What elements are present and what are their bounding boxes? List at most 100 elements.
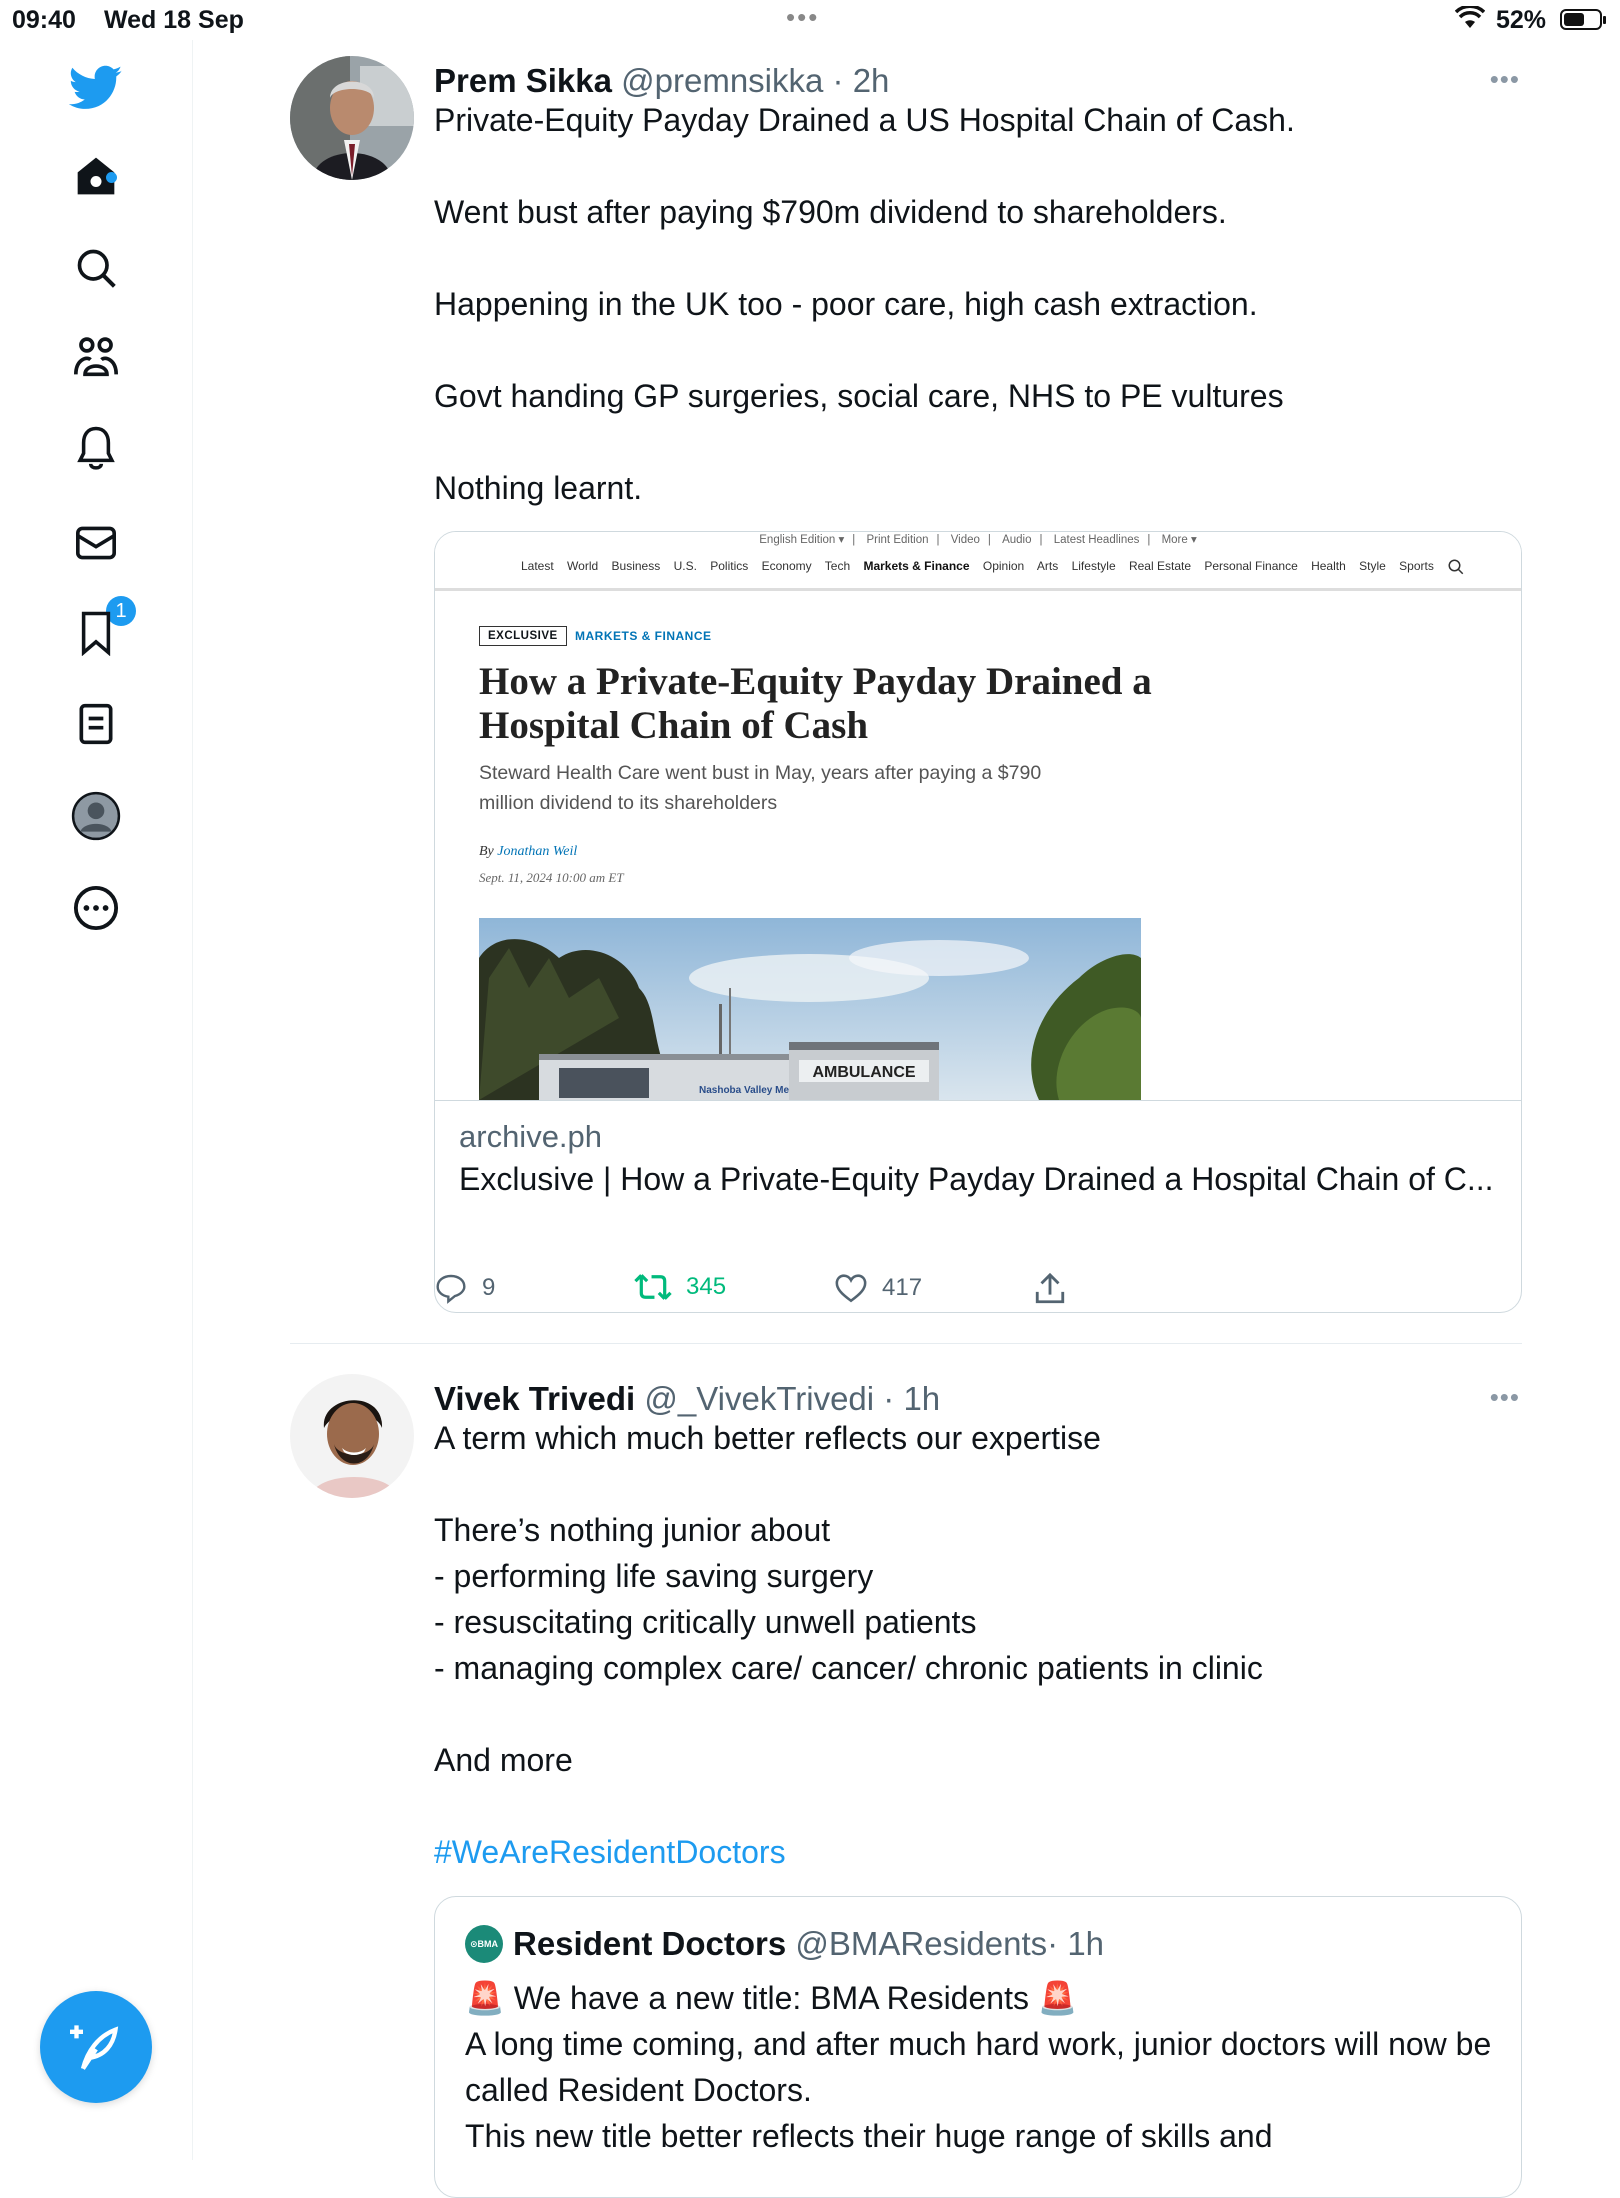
tweet[interactable]: Prem Sikka @premnsikka · 2h ••• Private-… xyxy=(290,56,1522,1326)
nav-top-item: Video xyxy=(950,534,980,546)
nav-top-item: More ▾ xyxy=(1161,534,1197,546)
quoted-user-handle[interactable]: @BMAResidents xyxy=(795,1925,1047,1963)
wifi-icon xyxy=(1454,4,1486,37)
search-icon[interactable] xyxy=(68,240,124,296)
avatar[interactable] xyxy=(290,56,414,180)
nav-top-item: Print Edition xyxy=(866,534,929,546)
share-button[interactable] xyxy=(1034,1272,1080,1306)
battery-icon xyxy=(1560,9,1606,30)
tweet-text: Private-Equity Payday Drained a US Hospi… xyxy=(434,102,1295,506)
article-author: Jonathan Weil xyxy=(497,844,578,859)
quoted-tweet-header: ⊙BMA Resident Doctors @BMAResidents · 1h xyxy=(465,1925,1104,1963)
tweet-text-plain: A term which much better reflects our ex… xyxy=(434,1420,1263,1778)
nav-top-item: Audio xyxy=(1002,534,1032,546)
nav-section: Tech xyxy=(824,559,851,574)
nav-section: Sports xyxy=(1399,559,1434,574)
article-headline: How a Private-Equity Payday Drained a Ho… xyxy=(479,660,1152,747)
nav-section: U.S. xyxy=(673,559,697,574)
tweet-more-options-icon[interactable]: ••• xyxy=(1490,1382,1520,1413)
like-button[interactable]: 417 xyxy=(834,1272,922,1304)
bookmarks-icon[interactable] xyxy=(68,605,124,661)
nav-section-active: Markets & Finance xyxy=(863,559,970,574)
display-name[interactable]: Vivek Trivedi xyxy=(434,1380,635,1417)
exclusive-tag: EXCLUSIVE xyxy=(479,626,567,646)
link-card-footer[interactable]: archive.ph Exclusive | How a Private-Equ… xyxy=(435,1100,1521,1197)
avatar[interactable] xyxy=(290,1374,414,1498)
article-date: Sept. 11, 2024 10:00 am ET xyxy=(479,870,624,885)
article-search-icon xyxy=(1448,559,1464,575)
nav-section: World xyxy=(567,559,599,574)
link-card-image: English Edition ▾ | Print Edition | Video |… xyxy=(435,532,1521,1100)
tweet-time[interactable]: · 1h xyxy=(874,1380,940,1417)
nav-section: Health xyxy=(1311,559,1346,574)
tweet-time[interactable]: · 2h xyxy=(823,62,890,99)
compose-feather-icon xyxy=(70,2025,119,2070)
tweet-more-options-icon[interactable]: ••• xyxy=(1490,64,1520,95)
hospital-sign: Nashoba Valley Me xyxy=(699,1085,789,1096)
tweet-text: A term which much better reflects our ex… xyxy=(434,1415,1494,1875)
compose-tweet-button[interactable] xyxy=(40,1991,152,2103)
nav-section: Opinion xyxy=(982,559,1025,574)
ambulance-sign: AMBULANCE xyxy=(812,1064,915,1081)
tweet-divider xyxy=(290,1343,1522,1344)
article-section: MARKETS & FINANCE xyxy=(575,629,712,643)
nav-section: Business xyxy=(611,559,661,574)
quoted-tweet[interactable]: ⊙BMA Resident Doctors @BMAResidents · 1h… xyxy=(434,1896,1522,2198)
article-dek: Steward Health Care went bust in May, ye… xyxy=(479,762,1042,814)
article-nav-top: English Edition ▾ | Print Edition | Video |… xyxy=(759,534,1197,546)
reply-icon xyxy=(436,1274,466,1304)
heart-icon xyxy=(835,1274,867,1303)
nav-section: Latest xyxy=(521,559,554,574)
quoted-display-name[interactable]: Resident Doctors xyxy=(513,1925,786,1963)
battery-percent: 52% xyxy=(1496,6,1547,34)
bma-logo[interactable]: ⊙BMA xyxy=(465,1925,503,1963)
user-handle[interactable]: @_VivekTrivedi xyxy=(644,1380,874,1417)
nav-top-item: English Edition ▾ xyxy=(759,534,845,546)
multitasking-dots-icon[interactable]: ••• xyxy=(786,2,819,33)
sidebar: 1 xyxy=(0,40,193,2160)
tweet-header: Vivek Trivedi @_VivekTrivedi · 1h xyxy=(434,1380,940,1418)
notifications-icon[interactable] xyxy=(68,420,124,476)
link-domain: archive.ph xyxy=(459,1119,603,1154)
article-nav-sections: Latest World Business U.S. Politics Econ… xyxy=(435,558,1521,576)
nav-section: Economy xyxy=(761,559,812,574)
messages-icon[interactable] xyxy=(68,515,124,571)
status-bar: 09:40 Wed 18 Sep ••• 52% xyxy=(0,0,1620,40)
status-date: Wed 18 Sep xyxy=(104,6,244,34)
nav-section: Personal Finance xyxy=(1204,559,1298,574)
link-title: Exclusive | How a Private-Equity Payday … xyxy=(459,1161,1494,1197)
nav-section: Real Estate xyxy=(1128,559,1192,574)
nav-section: Lifestyle xyxy=(1071,559,1116,574)
display-name[interactable]: Prem Sikka xyxy=(434,62,612,99)
reply-button[interactable]: 9 xyxy=(434,1272,495,1304)
profile-icon[interactable] xyxy=(68,788,124,844)
twitter-bird-icon[interactable] xyxy=(68,60,124,116)
status-time: 09:40 xyxy=(12,6,76,34)
quoted-tweet-text: 🚨 We have a new title: BMA Residents 🚨 A… xyxy=(465,1980,1492,2154)
share-icon xyxy=(1035,1272,1065,1304)
nav-section: Style xyxy=(1359,559,1386,574)
retweet-icon xyxy=(634,1274,672,1300)
hashtag-link[interactable]: #WeAreResidentDoctors xyxy=(434,1834,786,1870)
link-card[interactable]: English Edition ▾ | Print Edition | Video |… xyxy=(434,531,1522,1313)
nav-section: Arts xyxy=(1036,559,1059,574)
communities-icon[interactable] xyxy=(68,328,124,384)
tweet-actions: 9 345 417 xyxy=(434,1272,1134,1322)
nav-section: Politics xyxy=(710,559,749,574)
user-handle[interactable]: @premnsikka xyxy=(621,62,823,99)
tweet-header: Prem Sikka @premnsikka · 2h xyxy=(434,62,889,100)
byline-prefix: By xyxy=(479,844,498,859)
tweet[interactable]: Vivek Trivedi @_VivekTrivedi · 1h ••• A … xyxy=(290,1374,1522,2198)
lists-icon[interactable] xyxy=(68,696,124,752)
like-count: 417 xyxy=(882,1274,923,1301)
article-photo: AMBULANCE Nashoba Valley Me xyxy=(479,918,1141,1100)
retweet-button[interactable]: 345 xyxy=(634,1272,726,1302)
nav-top-item: Latest Headlines xyxy=(1053,534,1140,546)
more-icon[interactable] xyxy=(68,880,124,936)
article-byline: By Jonathan Weil xyxy=(479,844,577,860)
quoted-tweet-time: · 1h xyxy=(1047,1925,1105,1962)
reply-count: 9 xyxy=(482,1274,496,1301)
retweet-count: 345 xyxy=(686,1273,727,1300)
divider xyxy=(435,588,1521,591)
home-unread-dot xyxy=(106,172,117,183)
